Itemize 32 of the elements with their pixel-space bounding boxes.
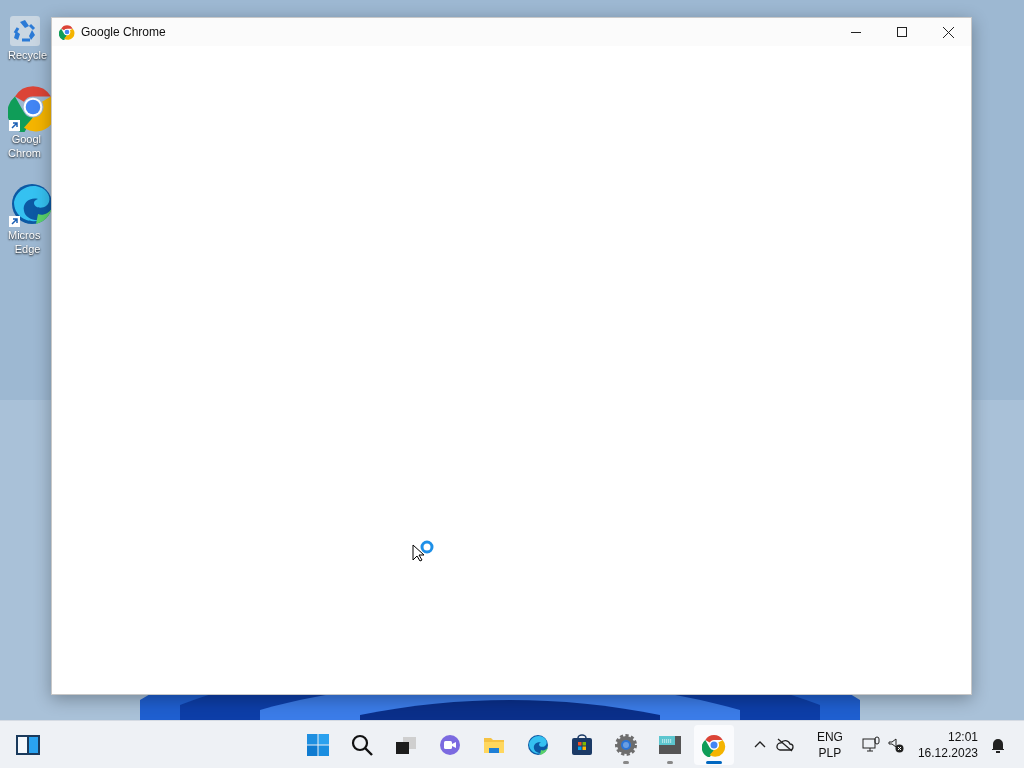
shortcut-arrow-icon — [9, 120, 20, 131]
network-monitor-icon — [861, 736, 880, 753]
video-chat-icon — [438, 732, 462, 757]
settings-icon — [614, 732, 638, 757]
shortcut-arrow-icon — [9, 216, 20, 227]
desktop-icon-label: Micros — [8, 228, 41, 242]
chrome-icon — [702, 732, 726, 757]
chevron-up-icon — [753, 741, 766, 748]
desktop-icon-label: Recycle — [8, 48, 48, 62]
search-icon — [350, 732, 374, 757]
window-title: Google Chrome — [81, 24, 166, 41]
running-indicator — [623, 760, 629, 764]
running-indicator — [706, 760, 722, 764]
close-icon — [942, 26, 954, 38]
speaker-muted-icon — [887, 736, 904, 753]
desktop-icon-label: Chrom — [8, 146, 41, 160]
language-button[interactable]: ENG PLP — [807, 728, 852, 761]
desktop-icon-label: Googl — [11, 132, 41, 146]
edge-icon — [526, 732, 550, 757]
desktop-icon-label: Edge — [14, 242, 41, 256]
maximize-icon — [897, 27, 907, 37]
recycle-bin-icon — [8, 14, 42, 48]
minimize-icon — [851, 31, 861, 33]
store-bag-icon — [570, 732, 594, 757]
notification-bell-icon — [990, 736, 1006, 753]
chrome-icon — [59, 24, 75, 40]
clock-button[interactable]: 12:01 16.12.2023 — [917, 728, 978, 761]
busy-pointer-icon — [412, 540, 436, 562]
running-indicator — [667, 760, 673, 764]
widgets-icon — [15, 733, 41, 756]
cloud-off-icon — [775, 737, 794, 752]
windows-logo-icon — [306, 732, 330, 757]
